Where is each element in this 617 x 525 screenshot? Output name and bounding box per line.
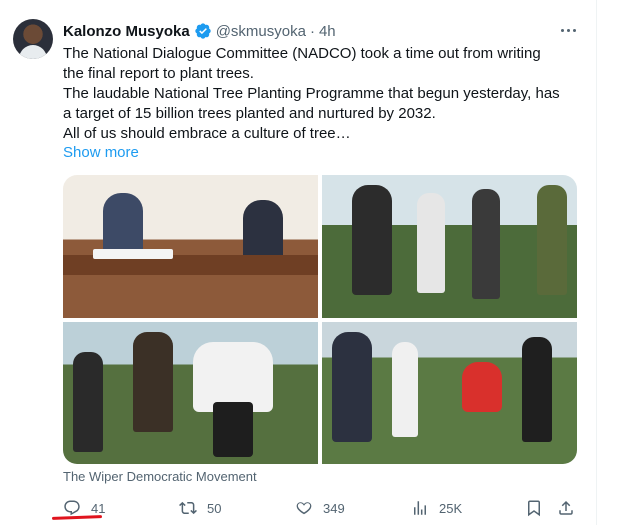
share-button[interactable] xyxy=(557,497,585,519)
tweet-header: Kalonzo Musyoka @skmusyoka · 4h xyxy=(63,21,336,41)
more-icon[interactable] xyxy=(556,20,580,40)
tweet-text: The National Dialogue Committee (NADCO) … xyxy=(63,44,583,144)
photo-planting-3[interactable] xyxy=(322,322,577,464)
media-source-label[interactable]: The Wiper Democratic Movement xyxy=(63,469,257,485)
photo-planting-1[interactable] xyxy=(322,175,577,318)
tweet-text-line: a target of 15 billion trees planted and… xyxy=(63,105,436,122)
views-count: 25K xyxy=(439,500,463,516)
media-grid xyxy=(63,175,577,464)
like-count: 349 xyxy=(323,500,345,516)
annotation-underline xyxy=(51,515,103,520)
show-more-link[interactable]: Show more xyxy=(63,143,139,163)
views-button[interactable]: 25K xyxy=(411,497,462,519)
reply-icon xyxy=(64,500,80,516)
tweet[interactable]: Kalonzo Musyoka @skmusyoka · 4h The Nati… xyxy=(0,0,617,525)
timeline-border xyxy=(596,0,597,525)
bookmark-button[interactable] xyxy=(525,497,553,519)
like-button[interactable]: 349 xyxy=(295,497,345,519)
author-handle[interactable]: @skmusyoka xyxy=(216,23,306,40)
tweet-actions: 41 50 349 25K xyxy=(63,497,583,519)
like-icon xyxy=(296,502,312,515)
reply-count: 41 xyxy=(91,500,106,516)
tweet-text-line: the final report to plant trees. xyxy=(63,65,254,82)
tweet-text-line: The laudable National Tree Planting Prog… xyxy=(63,85,560,102)
share-icon xyxy=(559,500,573,515)
tweet-text-line: The National Dialogue Committee (NADCO) … xyxy=(63,45,541,62)
retweet-icon xyxy=(179,501,197,515)
photo-meeting[interactable] xyxy=(63,175,318,318)
bookmark-icon xyxy=(528,500,540,517)
separator-dot: · xyxy=(309,22,315,40)
author-name[interactable]: Kalonzo Musyoka xyxy=(63,23,190,40)
tweet-text-line: All of us should embrace a culture of tr… xyxy=(63,125,351,142)
verified-badge-icon[interactable] xyxy=(194,22,212,40)
retweet-button[interactable]: 50 xyxy=(179,497,221,519)
avatar[interactable] xyxy=(13,19,53,59)
views-icon xyxy=(414,501,426,515)
timestamp[interactable]: 4h xyxy=(319,23,336,40)
retweet-count: 50 xyxy=(207,500,222,516)
photo-planting-2[interactable] xyxy=(63,322,318,464)
